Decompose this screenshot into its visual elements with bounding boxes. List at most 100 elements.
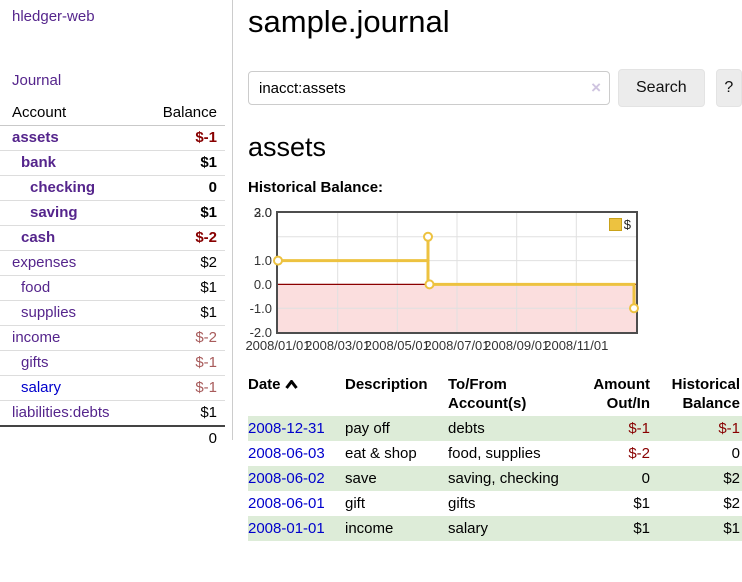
transaction-description: income (345, 516, 448, 541)
account-row-expenses: expenses $2 (0, 251, 225, 276)
search-button[interactable]: Search (618, 69, 705, 107)
account-link-checking[interactable]: checking (30, 179, 95, 196)
accounts-header-balance: Balance (134, 101, 225, 126)
register-header-accounts: To/FromAccount(s) (448, 372, 568, 416)
transaction-date-link[interactable]: 2008-06-03 (248, 445, 325, 462)
y-tick: 2.0 (248, 205, 272, 221)
clear-search-icon[interactable]: × (591, 78, 601, 98)
accounts-total-row: 0 (0, 426, 225, 451)
chart-canvas (278, 213, 636, 332)
register-table: Date Description To/FromAccount(s) Amoun… (248, 372, 742, 541)
legend-swatch-icon (609, 218, 622, 231)
transaction-balance: 0 (652, 441, 742, 466)
transaction-accounts: gifts (448, 491, 568, 516)
account-balance: $1 (134, 201, 225, 226)
account-link-salary[interactable]: salary (21, 379, 61, 396)
help-button[interactable]: ? (716, 69, 742, 107)
transaction-date-link[interactable]: 2008-01-01 (248, 520, 325, 537)
transaction-amount: $-2 (628, 445, 650, 462)
register-header-balance: HistoricalBalance (652, 372, 742, 416)
register-header-description: Description (345, 372, 448, 416)
account-row-assets: assets $-1 (0, 126, 225, 151)
account-row-supplies: supplies $1 (0, 301, 225, 326)
accounts-header-account: Account (0, 101, 134, 126)
accounts-total-value: 0 (134, 426, 225, 451)
account-link-food[interactable]: food (21, 279, 50, 296)
transaction-amount: $1 (568, 516, 652, 541)
transaction-date-link[interactable]: 2008-12-31 (248, 420, 325, 437)
main-content: sample.journal × Search ? assets Histori… (248, 0, 742, 541)
account-balance: $1 (134, 301, 225, 326)
transaction-balance: $1 (652, 516, 742, 541)
account-balance: $1 (134, 401, 225, 427)
transaction-amount: $1 (568, 491, 652, 516)
transaction-description: pay off (345, 416, 448, 441)
account-balance: $-1 (134, 351, 225, 376)
transaction-balance: $-1 (718, 420, 740, 437)
register-header-date[interactable]: Date (248, 372, 345, 416)
transaction-row: 2008-06-01 gift gifts $1 $2 (248, 491, 742, 516)
account-row-gifts: gifts $-1 (0, 351, 225, 376)
register-header-amount: AmountOut/In (568, 372, 652, 416)
account-link-expenses[interactable]: expenses (12, 254, 76, 271)
account-balance: 0 (134, 176, 225, 201)
account-link-liabilities-debts[interactable]: liabilities:debts (12, 404, 110, 421)
account-balance: $-1 (134, 126, 225, 151)
account-link-assets[interactable]: assets (12, 129, 59, 146)
account-row-food: food $1 (0, 276, 225, 301)
account-row-income: income $-2 (0, 326, 225, 351)
transaction-accounts: saving, checking (448, 466, 568, 491)
y-tick: -1.0 (248, 301, 272, 317)
account-link-saving[interactable]: saving (30, 204, 78, 221)
transaction-description: eat & shop (345, 441, 448, 466)
accounts-header-row: Account Balance (0, 101, 225, 126)
transaction-accounts: salary (448, 516, 568, 541)
transaction-amount: $-1 (628, 420, 650, 437)
transaction-date-link[interactable]: 2008-06-02 (248, 470, 325, 487)
transaction-row: 2008-12-31 pay off debts $-1 $-1 (248, 416, 742, 441)
account-link-gifts[interactable]: gifts (21, 354, 49, 371)
account-row-checking: checking 0 (0, 176, 225, 201)
transaction-row: 2008-06-02 save saving, checking 0 $2 (248, 466, 742, 491)
historical-balance-chart: 3.0 2.0 1.0 0.0 -1.0 -2.0 (248, 205, 742, 357)
transaction-description: gift (345, 491, 448, 516)
search-input[interactable] (248, 71, 610, 105)
account-balance: $-2 (134, 226, 225, 251)
account-balance: $1 (134, 276, 225, 301)
account-balance: $-2 (134, 326, 225, 351)
account-row-saving: saving $1 (0, 201, 225, 226)
chart-plot-area[interactable]: $ (276, 211, 638, 334)
transaction-accounts: food, supplies (448, 441, 568, 466)
account-balance: $1 (134, 151, 225, 176)
app-brand-link[interactable]: hledger-web (12, 8, 95, 25)
transaction-description: save (345, 466, 448, 491)
account-link-bank[interactable]: bank (21, 154, 56, 171)
transaction-row: 2008-01-01 income salary $1 $1 (248, 516, 742, 541)
y-tick: 0.0 (248, 277, 272, 293)
y-tick: 1.0 (248, 253, 272, 269)
transaction-date-link[interactable]: 2008-06-01 (248, 495, 325, 512)
chart-title: Historical Balance: (248, 179, 742, 196)
sidebar-item-journal[interactable]: Journal (12, 72, 61, 89)
register-header-row: Date Description To/FromAccount(s) Amoun… (248, 372, 742, 416)
account-row-liabilities-debts: liabilities:debts $1 (0, 401, 225, 427)
chart-legend: $ (609, 217, 631, 232)
account-link-income[interactable]: income (12, 329, 60, 346)
legend-label: $ (624, 217, 631, 232)
accounts-table: Account Balance assets $-1 bank $1 check… (0, 101, 225, 451)
account-heading: assets (248, 132, 742, 163)
transaction-row: 2008-06-03 eat & shop food, supplies $-2… (248, 441, 742, 466)
transaction-amount: 0 (568, 466, 652, 491)
sidebar: hledger-web Journal Account Balance asse… (0, 0, 233, 440)
transaction-balance: $2 (652, 466, 742, 491)
search-bar: × Search ? (248, 69, 742, 107)
account-link-supplies[interactable]: supplies (21, 304, 76, 321)
x-tick: 2008/11/01 (540, 338, 612, 353)
account-row-salary: salary $-1 (0, 376, 225, 401)
account-row-cash: cash $-2 (0, 226, 225, 251)
account-row-bank: bank $1 (0, 151, 225, 176)
transaction-accounts: debts (448, 416, 568, 441)
sort-asc-icon (285, 375, 298, 394)
account-link-cash[interactable]: cash (21, 229, 55, 246)
account-balance: $-1 (134, 376, 225, 401)
